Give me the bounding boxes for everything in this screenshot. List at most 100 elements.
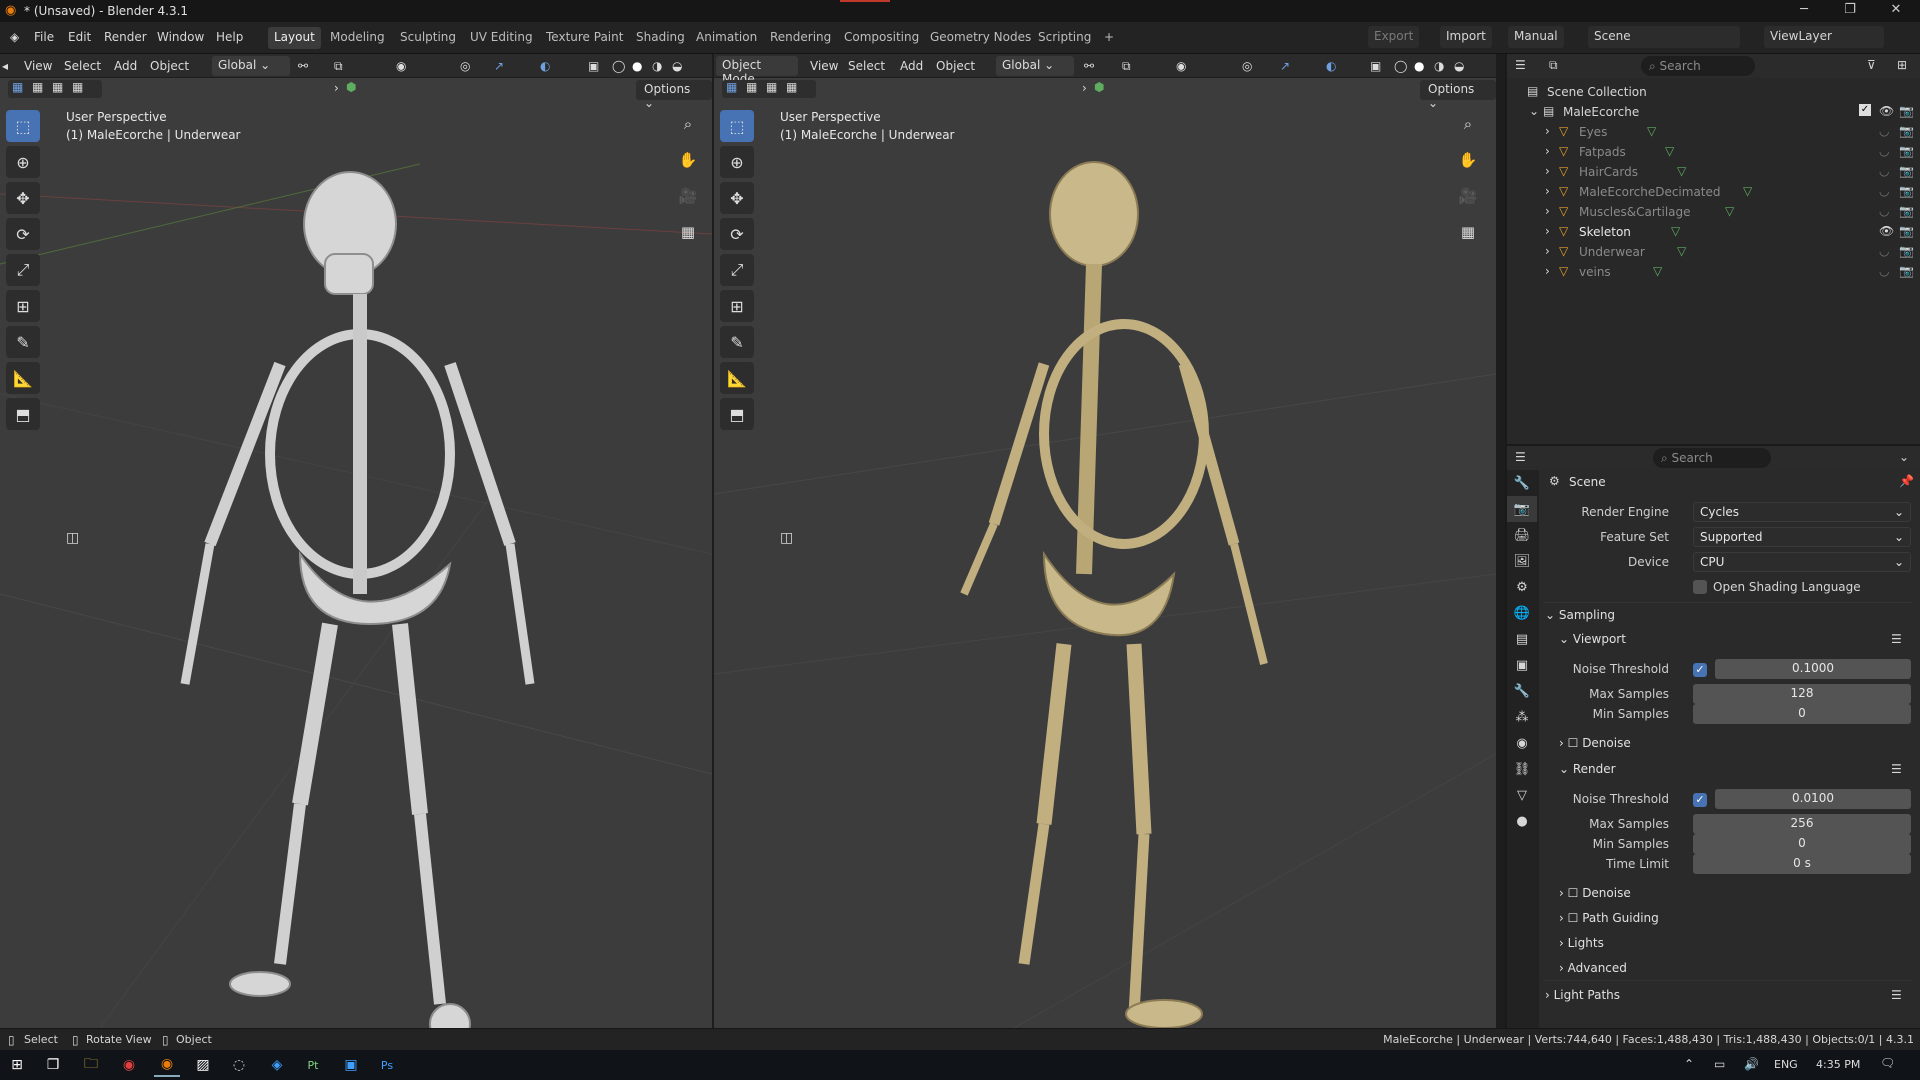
outliner-row[interactable]: › ▽ veins ▽ ◡ 📷 — [1507, 262, 1920, 282]
collection-tab-icon[interactable]: ▤ — [1507, 626, 1537, 652]
vp-left-select-menu[interactable]: Select — [64, 59, 101, 73]
r-denoise-subsection[interactable]: › ☐ Denoise — [1559, 886, 1631, 900]
display-mode-icon[interactable]: ⧉ — [1549, 58, 1558, 73]
scene-tab-icon[interactable]: ⚙ — [1507, 574, 1537, 600]
tab-texture-paint[interactable]: Texture Paint — [540, 27, 629, 49]
object-type-icon[interactable]: ⬢ — [346, 80, 356, 94]
skeleton-tan-model[interactable] — [944, 124, 1364, 1028]
scene-collection-row[interactable]: ▤ Scene Collection — [1507, 82, 1920, 102]
proportional-edit-icon[interactable]: ◉ — [1176, 59, 1186, 73]
select-box-tool[interactable]: ⬚ — [6, 110, 40, 142]
scale-tool[interactable]: ⤢ — [720, 254, 754, 286]
vp-right-options-button[interactable]: Options ⌄ — [1420, 80, 1496, 110]
pivot-icon[interactable]: ⚯ — [298, 59, 308, 73]
outliner-row[interactable]: › ▽ Fatpads ▽ ◡ 📷 — [1507, 142, 1920, 162]
select-mode-new-icon[interactable]: ▦ — [12, 80, 23, 94]
select-mode-subtract-icon[interactable]: ▦ — [52, 80, 63, 94]
app-icon-2[interactable]: ◌ — [226, 1053, 252, 1077]
perspective-toggle-icon[interactable]: ▦ — [1454, 218, 1482, 246]
vp-left-add-menu[interactable]: Add — [114, 59, 137, 73]
outliner-row[interactable]: › ▽ MaleEcorcheDecimated ▽ ◡ 📷 — [1507, 182, 1920, 202]
gizmo-icon[interactable]: ↗ — [494, 59, 504, 73]
xray-icon[interactable]: ▣ — [1370, 59, 1381, 73]
scene-selector[interactable]: Scene — [1588, 26, 1740, 48]
vp-right-object-menu[interactable]: Object — [936, 59, 975, 73]
constraints-tab-icon[interactable]: ⛓ — [1507, 756, 1537, 782]
measure-tool[interactable]: 📐 — [720, 362, 754, 394]
select-mode-new-icon[interactable]: ▦ — [726, 80, 737, 94]
modifier-tab-icon[interactable]: 🔧 — [1507, 678, 1537, 704]
xray-icon[interactable]: ▣ — [588, 59, 599, 73]
r-min-samples-field[interactable]: 0 — [1693, 834, 1911, 854]
chevron-down-icon[interactable]: ⌄ — [1529, 104, 1539, 118]
visibility-icon[interactable]: ◎ — [1242, 59, 1252, 73]
rendered-shading-icon[interactable]: ◒ — [1454, 59, 1464, 73]
lights-subsection[interactable]: › Lights — [1559, 936, 1604, 950]
new-collection-icon[interactable]: ⊞ — [1897, 58, 1907, 72]
menu-file[interactable]: File — [34, 30, 54, 44]
transform-tool[interactable]: ⊞ — [6, 290, 40, 322]
select-box-tool[interactable]: ⬚ — [720, 110, 754, 142]
camera-icon[interactable]: 📷 — [1899, 144, 1914, 158]
volume-icon[interactable]: 🔊 — [1744, 1057, 1759, 1071]
vp-left-orientation-dropdown[interactable]: Global ⌄ — [212, 56, 290, 76]
particles-tab-icon[interactable]: ⁂ — [1507, 704, 1537, 730]
vp-denoise-subsection[interactable]: › ☐ Denoise — [1559, 736, 1631, 750]
selection-mode-buttons[interactable]: ▦ ▦ ▦ ▦ — [8, 80, 102, 98]
app-icon-1[interactable]: ▨ — [190, 1053, 216, 1077]
tab-scripting[interactable]: Scripting — [1032, 27, 1097, 49]
material-shading-icon[interactable]: ◑ — [1434, 59, 1444, 73]
menu-render[interactable]: Render — [104, 30, 147, 44]
device-dropdown[interactable]: CPU ⌄ — [1693, 552, 1911, 572]
menu-edit[interactable]: Edit — [68, 30, 91, 44]
chevron-right-icon[interactable]: › — [1545, 164, 1550, 178]
wireframe-shading-icon[interactable]: ◯ — [612, 59, 625, 73]
r-max-samples-field[interactable]: 256 — [1693, 814, 1911, 834]
snap-icon[interactable]: ⧉ — [334, 59, 343, 74]
tab-rendering[interactable]: Rendering — [764, 27, 837, 49]
chevron-right-icon[interactable]: › — [1545, 224, 1550, 238]
mode-dropdown[interactable]: Object Mode — [716, 56, 798, 86]
vp-right-orientation-dropdown[interactable]: Global ⌄ — [996, 56, 1074, 76]
transform-tool[interactable]: ⊞ — [720, 290, 754, 322]
clock[interactable]: 4:35 PM — [1816, 1058, 1860, 1071]
solid-shading-icon[interactable]: ● — [1414, 59, 1424, 73]
osl-checkbox[interactable] — [1693, 580, 1707, 594]
vp-left-options-button[interactable]: Options ⌄ — [636, 80, 712, 110]
editor-type-icon[interactable]: ☰ — [1515, 58, 1526, 72]
camera-icon[interactable]: 📷 — [1899, 224, 1914, 238]
cursor-tool[interactable]: ⊕ — [6, 146, 40, 178]
export-button[interactable]: Export — [1368, 26, 1420, 48]
move-tool[interactable]: ✥ — [720, 182, 754, 214]
rotate-tool[interactable]: ⟳ — [720, 218, 754, 250]
vp-right-select-menu[interactable]: Select — [848, 59, 885, 73]
sidebar-toggle-icon[interactable]: ◫ — [66, 530, 79, 546]
eye-closed-icon[interactable]: ◡ — [1879, 244, 1889, 258]
outliner-row[interactable]: › ▽ Muscles&Cartilage ▽ ◡ 📷 — [1507, 202, 1920, 222]
material-tab-icon[interactable]: ● — [1507, 808, 1537, 834]
outliner-search-input[interactable]: ⌕ Search — [1641, 56, 1755, 76]
editor-type-icon[interactable]: ☰ — [1515, 450, 1526, 464]
eye-closed-icon[interactable]: ◡ — [1879, 184, 1889, 198]
sidebar-toggle-icon[interactable]: ◫ — [780, 530, 793, 546]
start-menu-icon[interactable]: ⊞ — [4, 1053, 30, 1077]
select-mode-extend-icon[interactable]: ▦ — [746, 80, 757, 94]
render-subsection-header[interactable]: ⌄ Render — [1559, 762, 1616, 776]
eye-icon[interactable]: 👁 — [1879, 104, 1894, 118]
chevron-right-icon[interactable]: › — [1082, 81, 1087, 95]
eye-closed-icon[interactable]: ◡ — [1879, 204, 1889, 218]
vp-right-add-menu[interactable]: Add — [900, 59, 923, 73]
annotate-tool[interactable]: ✎ — [720, 326, 754, 358]
file-explorer-icon[interactable]: 🗀 — [78, 1053, 104, 1077]
pan-hand-icon[interactable]: ✋ — [674, 146, 702, 174]
vp-left-view-menu[interactable]: View — [24, 59, 52, 73]
camera-icon[interactable]: 📷 — [1899, 104, 1914, 118]
chevron-right-icon[interactable]: › — [334, 81, 339, 95]
solid-shading-icon[interactable]: ● — [632, 59, 642, 73]
path-guiding-subsection[interactable]: › ☐ Path Guiding — [1559, 911, 1659, 925]
chrome-icon[interactable]: ◉ — [116, 1053, 142, 1077]
render-engine-dropdown[interactable]: Cycles ⌄ — [1693, 502, 1911, 522]
chevron-right-icon[interactable]: › — [1545, 184, 1550, 198]
tab-compositing[interactable]: Compositing — [838, 27, 925, 49]
vp-min-samples-field[interactable]: 0 — [1693, 704, 1911, 724]
